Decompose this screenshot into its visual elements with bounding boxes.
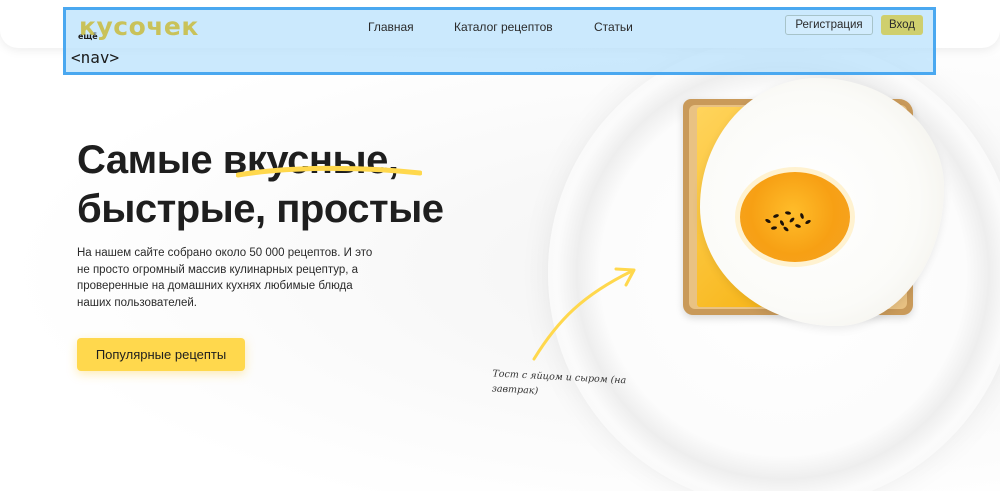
nav-link-articles[interactable]: Статьи: [594, 20, 633, 34]
arrow-decoration: [532, 267, 636, 361]
nav-tag-label: <nav>: [71, 48, 120, 67]
nav-link-catalog[interactable]: Каталог рецептов: [454, 20, 553, 34]
main-nav: кусочек ещё Главная Каталог рецептов Ста…: [63, 7, 936, 75]
register-button[interactable]: Регистрация: [785, 15, 873, 35]
hero-title: Самые вкусные, быстрые, простые: [77, 136, 444, 234]
login-button[interactable]: Вход: [881, 15, 923, 35]
hero-description: На нашем сайте собрано около 50 000 реце…: [77, 247, 373, 309]
logo-small-text: ещё: [78, 32, 98, 41]
hero-title-line2: быстрые, простые: [77, 187, 444, 231]
sesame-seeds: [765, 211, 811, 232]
popular-recipes-button[interactable]: Популярные рецепты: [77, 338, 245, 371]
hero-title-part1: Самые: [77, 138, 223, 182]
nav-link-home[interactable]: Главная: [368, 20, 414, 34]
underline-decoration: [236, 165, 422, 178]
